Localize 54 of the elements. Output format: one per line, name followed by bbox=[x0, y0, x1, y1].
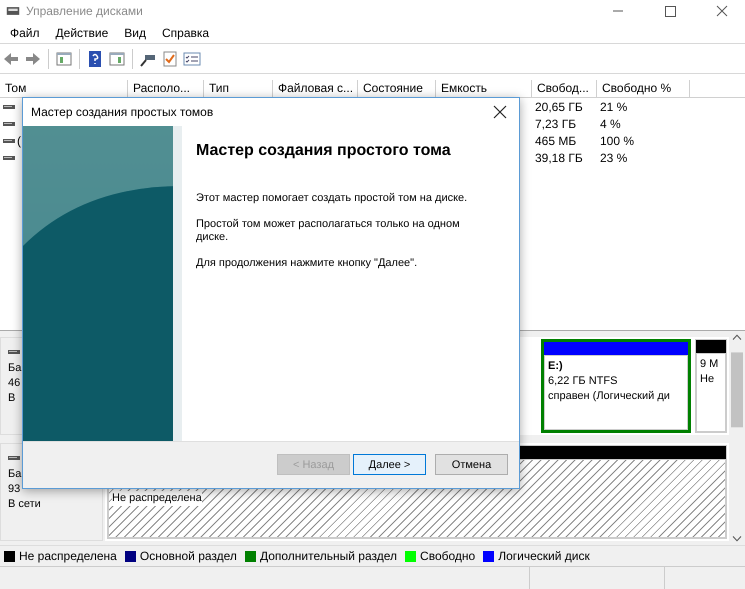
partition-text: 6,22 ГБ NTFS bbox=[548, 374, 618, 389]
disk-label-text: Ба bbox=[8, 361, 22, 376]
wizard-text: Этот мастер помогает создать простой том на диске. bbox=[196, 192, 468, 205]
legend-label: Не распределена bbox=[19, 549, 117, 563]
table-cell-text: 100 % bbox=[599, 134, 636, 148]
menu-item[interactable]: Справка bbox=[154, 26, 218, 40]
close-icon[interactable] bbox=[493, 104, 507, 119]
help-icon[interactable] bbox=[86, 50, 104, 68]
table-cell: ( bbox=[17, 134, 21, 148]
dialog-title: Мастер создания простых томов bbox=[31, 104, 214, 119]
partition-text: справен (Логический ди bbox=[548, 389, 670, 404]
table-cell-text: 7,23 ГБ bbox=[534, 116, 578, 130]
legend-label: Логический диск bbox=[498, 549, 590, 563]
menu-item[interactable]: Действие bbox=[48, 26, 116, 40]
disk-label-text: 46 bbox=[8, 376, 22, 391]
partition-text: Не bbox=[700, 372, 714, 387]
wizard-text: Для продолжения нажмите кнопку "Далее". bbox=[196, 256, 418, 270]
window-title: Управление дисками bbox=[26, 4, 144, 18]
panel-icon[interactable] bbox=[55, 50, 73, 68]
table-cell-text: 23 % bbox=[599, 150, 628, 164]
legend-label: Свободно bbox=[420, 549, 476, 563]
dialog-button[interactable]: Далее > bbox=[353, 454, 426, 476]
menu-item[interactable]: Файл bbox=[2, 26, 48, 40]
partition-block[interactable]: Е:) 6,22 ГБ NTFS справен (Логический ди bbox=[541, 339, 691, 433]
table-cell-text: 20,65 ГБ bbox=[534, 100, 584, 114]
dialog-button[interactable]: Отмена bbox=[435, 454, 508, 476]
partition-text: Е:) bbox=[548, 359, 563, 374]
check-document-icon[interactable] bbox=[161, 50, 179, 68]
table-cell-text: 39,18 ГБ bbox=[534, 150, 584, 164]
partition-block[interactable]: 9 М Не bbox=[695, 339, 727, 433]
drive-icon bbox=[3, 102, 15, 110]
table-cell-text: 465 МБ bbox=[534, 134, 578, 148]
disk-label-text: Ба bbox=[8, 467, 22, 482]
wizard-text: Простой том может располагаться только на одном диске. bbox=[196, 218, 461, 244]
drive-icon bbox=[3, 120, 15, 128]
drive-icon bbox=[3, 136, 15, 144]
table-cell-text: 21 % bbox=[599, 100, 628, 114]
disk-label-text: В сети bbox=[8, 497, 42, 512]
disk-label-text: 93 bbox=[8, 482, 22, 497]
checklist-icon[interactable] bbox=[183, 50, 201, 68]
menu-item[interactable]: Вид bbox=[116, 26, 154, 40]
partition-color-bar bbox=[696, 340, 726, 353]
legend-label: Основной раздел bbox=[140, 549, 237, 563]
partition-text: Не распределена bbox=[112, 491, 202, 506]
panel-icon[interactable] bbox=[108, 50, 126, 68]
partition-text: 9 М bbox=[700, 357, 718, 372]
table-cell-text: 4 % bbox=[599, 116, 622, 130]
legend-label: Дополнительный раздел bbox=[260, 549, 398, 563]
drive-icon bbox=[3, 154, 15, 162]
wizard-heading: Мастер создания простого тома bbox=[196, 142, 452, 160]
disk-label-text: В bbox=[8, 391, 16, 406]
disk-app-icon bbox=[6, 4, 20, 18]
drive-icon bbox=[8, 454, 20, 462]
drive-icon bbox=[8, 348, 20, 356]
